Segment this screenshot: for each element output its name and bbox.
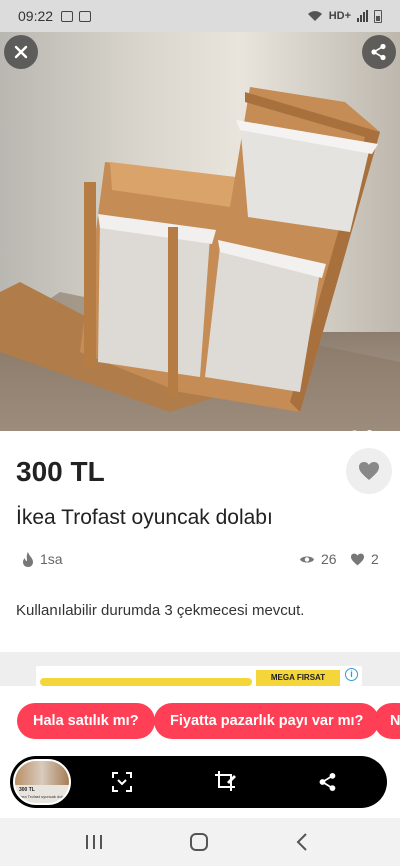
photo-pagination: [351, 430, 373, 431]
close-icon: [14, 45, 28, 59]
thumbnail-price: 300 TL: [19, 787, 35, 793]
flame-icon: [23, 551, 33, 567]
pagination-dot: [351, 430, 358, 431]
posted-time: 1sa: [22, 551, 63, 567]
quick-reply-chip[interactable]: Hala satılık mı?: [17, 703, 155, 739]
screenshot-thumbnail[interactable]: 300 TL İkea Trofast oyuncak dolabı: [13, 759, 71, 805]
view-count: 26: [299, 551, 337, 567]
share-icon: [371, 43, 386, 61]
navigation-bar: [0, 818, 400, 866]
scan-icon: [112, 772, 132, 792]
status-bar: 09:22 HD+: [0, 0, 400, 32]
listing-meta: 1sa 26 2: [22, 551, 382, 571]
like-count: 2: [350, 551, 379, 567]
listing-photo[interactable]: [0, 32, 400, 431]
quick-reply-chip[interactable]: Fiyatta pazarlık payı var mı?: [154, 703, 380, 739]
wifi-icon: [307, 11, 322, 21]
view-count-text: 26: [321, 551, 337, 567]
app-notification-icon: [79, 10, 92, 22]
ad-banner[interactable]: MEGA FIRSAT PAKETİ i: [36, 666, 362, 686]
gallery-notification-icon: [61, 10, 74, 22]
home-icon: [190, 833, 208, 851]
ad-banner-text: MEGA FIRSAT PAKETİ: [256, 670, 340, 686]
posted-time-text: 1sa: [40, 551, 63, 567]
like-count-text: 2: [371, 551, 379, 567]
signal-icon: [357, 10, 368, 22]
listing-price: 300 TL: [16, 456, 105, 487]
recents-icon: [86, 835, 102, 849]
home-button[interactable]: [187, 830, 211, 854]
photo-image: [0, 87, 400, 431]
network-type: HD+: [328, 10, 351, 22]
crop-edit-button[interactable]: [214, 770, 238, 794]
screenshot-toolbar: 300 TL İkea Trofast oyuncak dolabı: [10, 756, 387, 808]
pagination-dot-active: [366, 430, 373, 431]
toolbar-share-button[interactable]: [316, 770, 340, 794]
favorite-button[interactable]: [346, 448, 392, 494]
eye-icon: [300, 556, 314, 562]
crop-edit-icon: [215, 771, 236, 791]
back-button[interactable]: [290, 830, 314, 854]
share-button[interactable]: [362, 35, 396, 69]
status-time: 09:22: [18, 8, 54, 24]
listing-description: Kullanılabilir durumda 3 çekmecesi mevcu…: [16, 602, 305, 619]
listing-title: İkea Trofast oyuncak dolabı: [16, 506, 273, 529]
scroll-capture-button[interactable]: [110, 770, 134, 794]
quick-reply-chip[interactable]: N: [374, 703, 400, 739]
thumbnail-title: İkea Trofast oyuncak dolabı: [19, 794, 68, 799]
ad-info-icon[interactable]: i: [345, 668, 358, 681]
recents-button[interactable]: [82, 830, 106, 854]
battery-icon: [374, 9, 382, 23]
back-icon: [296, 833, 307, 851]
heart-icon: [359, 462, 379, 480]
share-icon: [319, 773, 336, 791]
quick-replies: Hala satılık mı? Fiyatta pazarlık payı v…: [0, 686, 400, 752]
close-button[interactable]: [4, 35, 38, 69]
status-indicators: HD+: [307, 9, 382, 23]
heart-icon: [351, 553, 364, 565]
